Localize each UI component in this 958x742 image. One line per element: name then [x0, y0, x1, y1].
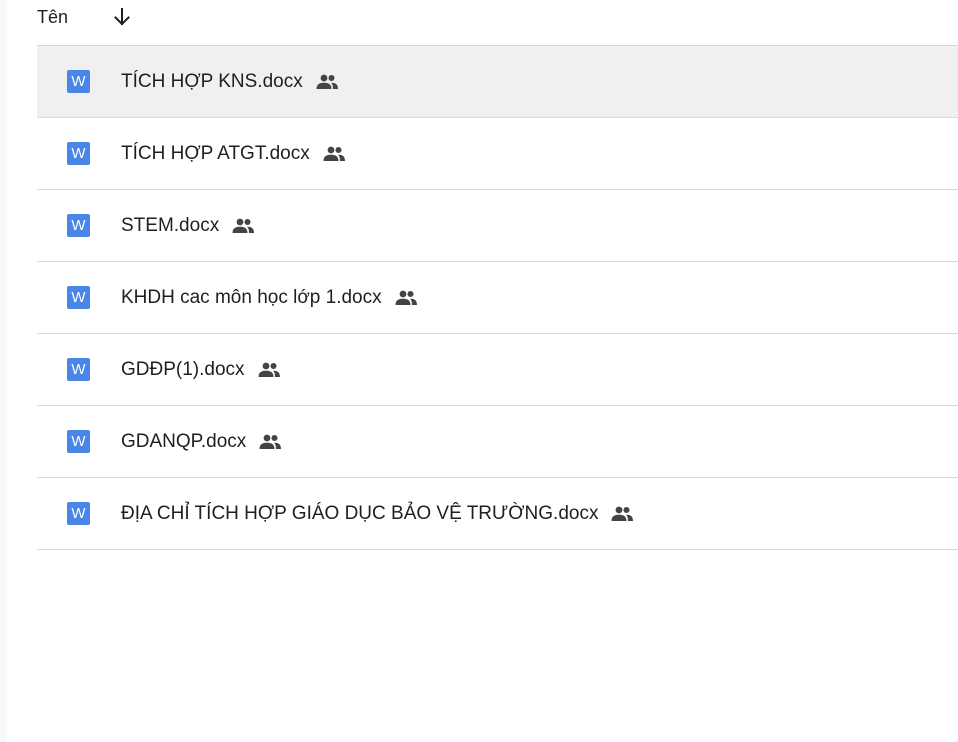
shared-people-icon — [609, 504, 635, 524]
word-icon: W — [67, 286, 90, 309]
file-name: KHDH cac môn học lớp 1.docx — [121, 286, 382, 308]
file-row[interactable]: W TÍCH HỢP KNS.docx — [37, 46, 958, 118]
file-row[interactable]: W GDANQP.docx — [37, 406, 958, 478]
shared-people-icon — [257, 432, 283, 452]
file-name: TÍCH HỢP KNS.docx — [121, 70, 303, 92]
shared-people-icon — [393, 288, 419, 308]
file-name: ĐỊA CHỈ TÍCH HỢP GIÁO DỤC BẢO VỆ TRƯỜNG.… — [121, 502, 599, 524]
file-name: STEM.docx — [121, 214, 220, 236]
word-icon: W — [67, 142, 90, 165]
shared-people-icon — [230, 216, 256, 236]
file-name: TÍCH HỢP ATGT.docx — [121, 142, 310, 164]
word-icon: W — [67, 70, 90, 93]
word-icon: W — [67, 430, 90, 453]
word-icon: W — [67, 214, 90, 237]
shared-people-icon — [321, 144, 347, 164]
left-panel-edge — [0, 0, 7, 742]
file-list: W TÍCH HỢP KNS.docx W TÍCH HỢP ATGT.docx… — [37, 45, 958, 550]
word-icon: W — [67, 358, 90, 381]
column-header: Tên — [37, 0, 136, 34]
file-row[interactable]: W TÍCH HỢP ATGT.docx — [37, 118, 958, 190]
word-icon: W — [67, 502, 90, 525]
file-row[interactable]: W ĐỊA CHỈ TÍCH HỢP GIÁO DỤC BẢO VỆ TRƯỜN… — [37, 478, 958, 550]
file-name: GDANQP.docx — [121, 430, 247, 452]
file-row[interactable]: W STEM.docx — [37, 190, 958, 262]
arrow-down-icon — [114, 8, 130, 26]
shared-people-icon — [314, 72, 340, 92]
file-row[interactable]: W KHDH cac môn học lớp 1.docx — [37, 262, 958, 334]
sort-button[interactable] — [108, 3, 136, 31]
file-name: GDĐP(1).docx — [121, 358, 245, 380]
file-row[interactable]: W GDĐP(1).docx — [37, 334, 958, 406]
shared-people-icon — [256, 360, 282, 380]
name-column-label[interactable]: Tên — [37, 7, 68, 28]
